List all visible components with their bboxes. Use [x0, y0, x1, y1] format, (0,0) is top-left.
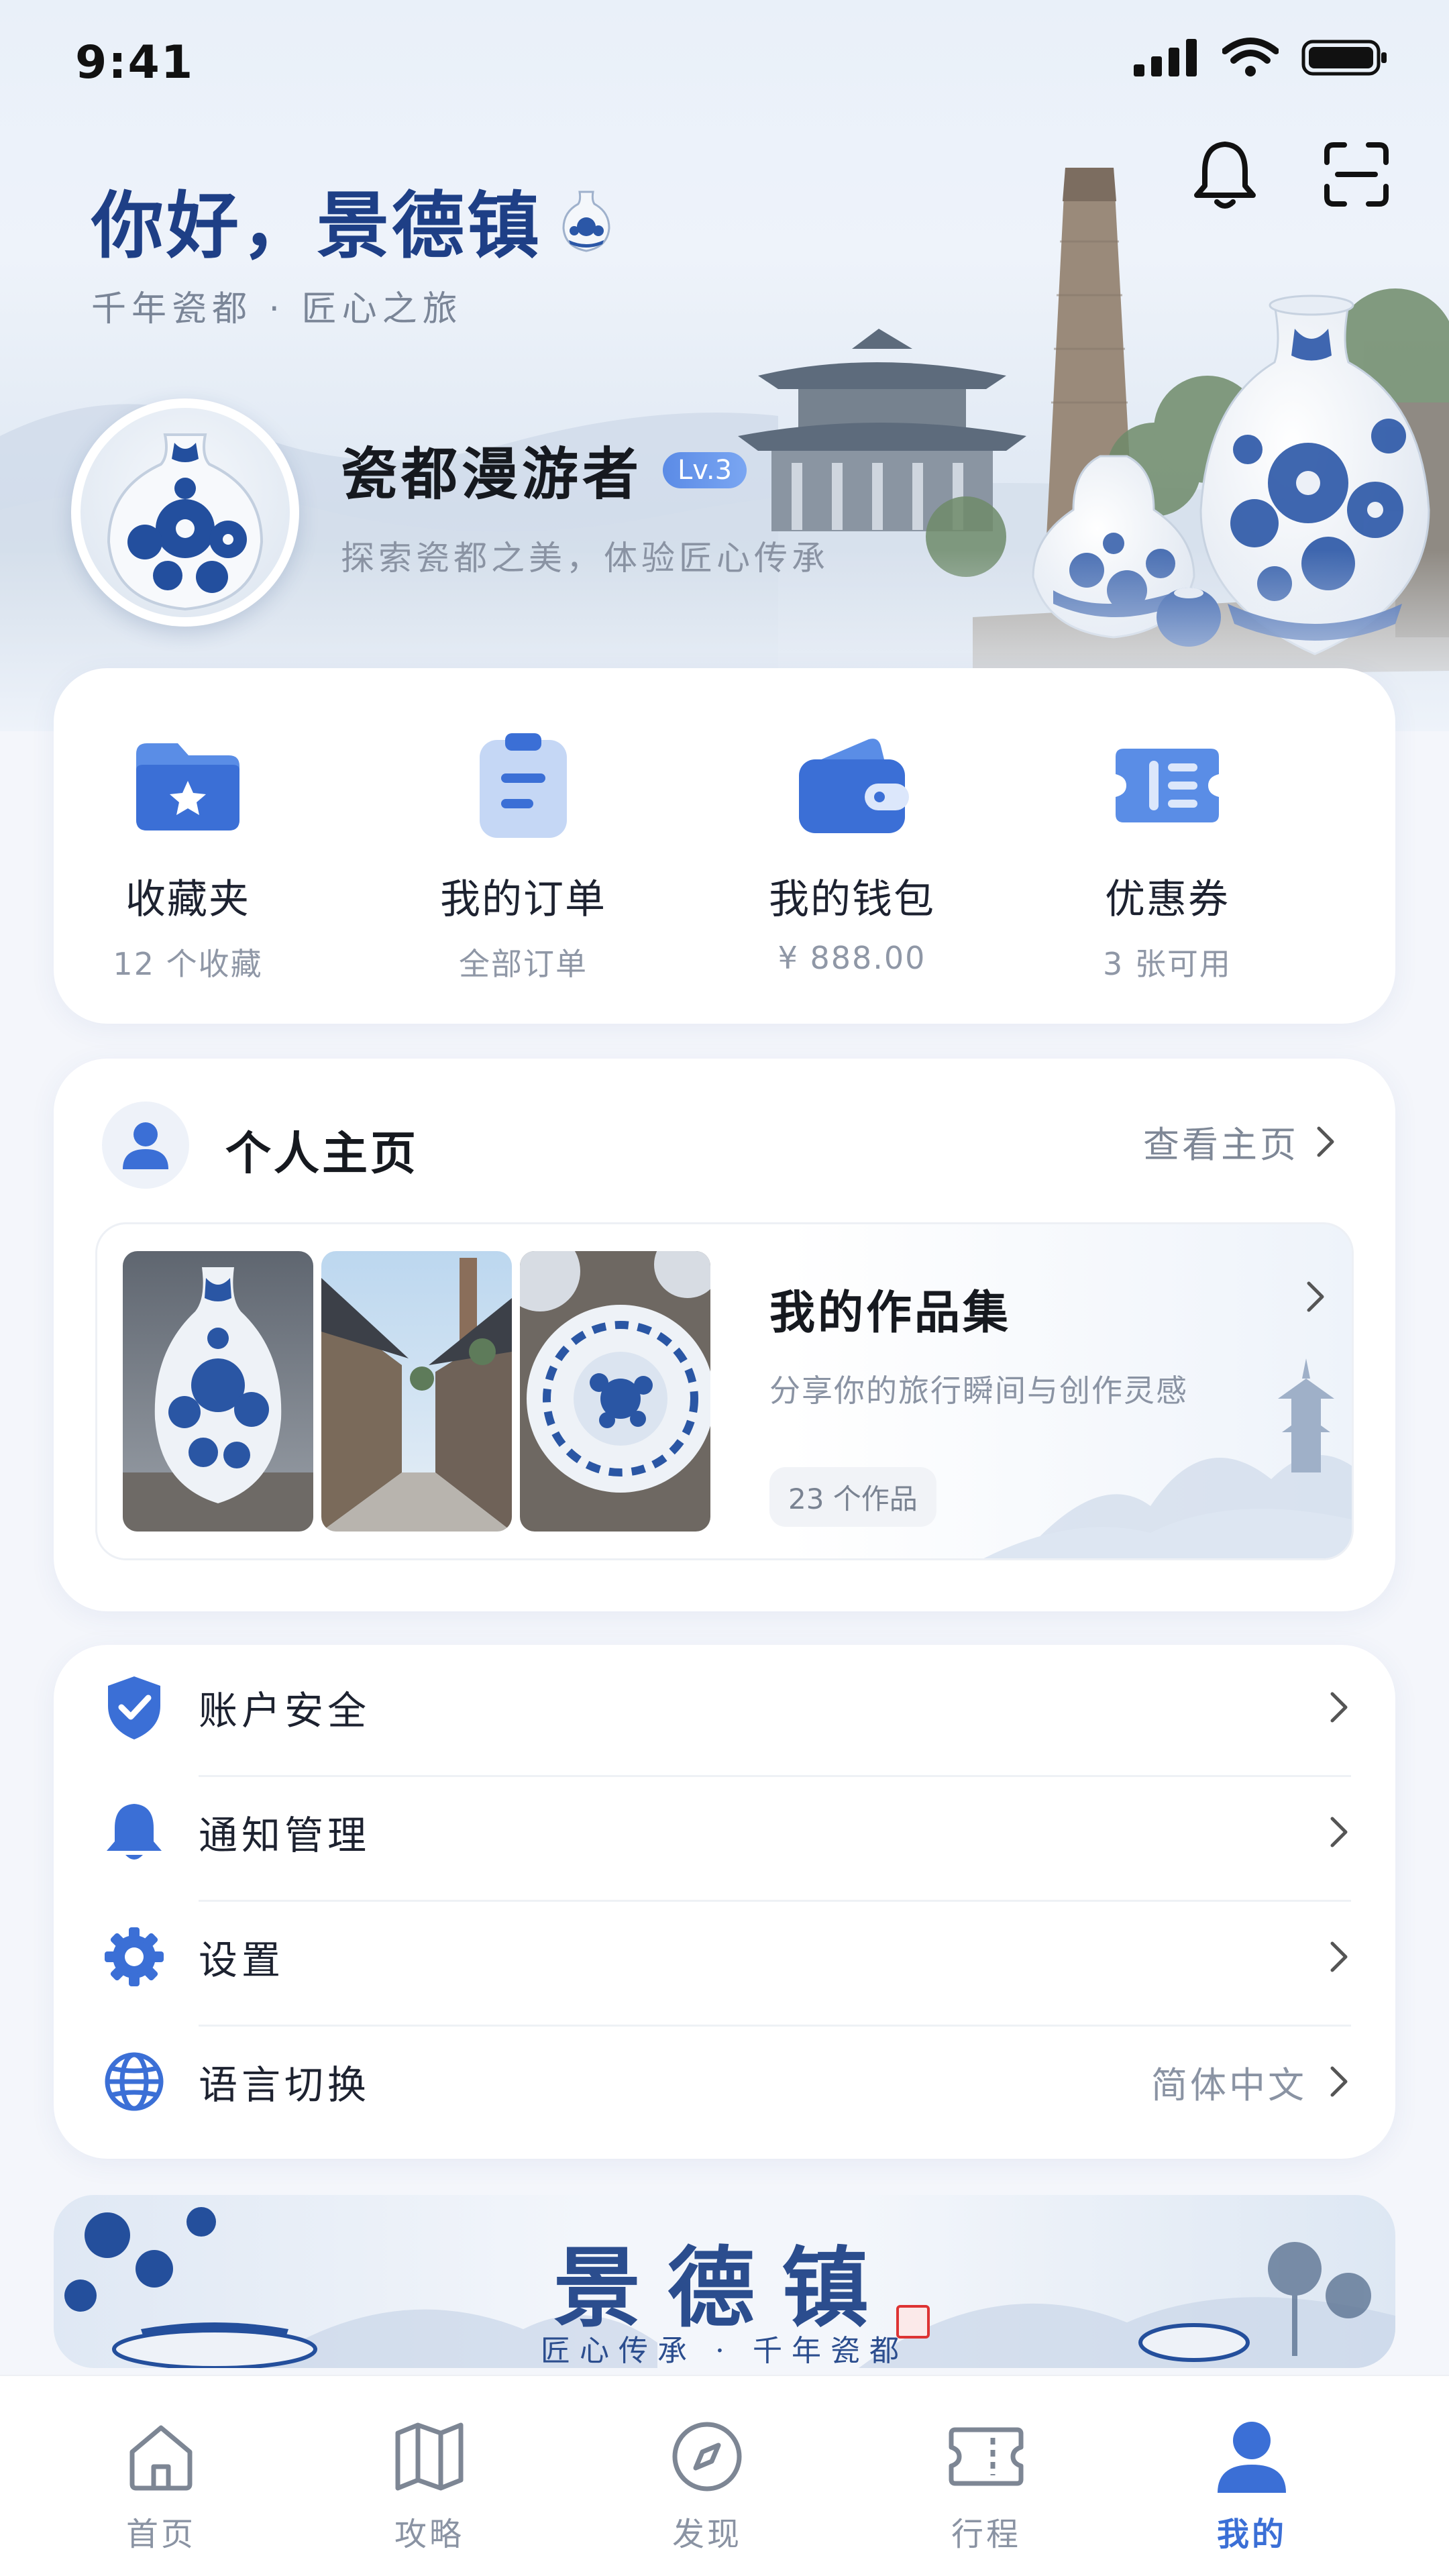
banner-subtitle: 匠心传承 · 千年瓷都 — [541, 2334, 908, 2368]
scan-icon — [1324, 142, 1389, 207]
quick-actions-card: 收藏夹 12 个收藏 我的订单 全部订单 我的钱包 ¥ 888.00 优惠券 3… — [54, 668, 1395, 1024]
chevron-right-icon — [1330, 1941, 1348, 1972]
tab-label: 行程 — [951, 2516, 1021, 2553]
menu-item-notifications[interactable]: 通知管理 — [101, 1770, 1348, 1894]
personal-homepage-card: 个人主页 查看主页 我的作品集 分享你的旅行瞬间与创作灵感 23 个作品 — [54, 1059, 1395, 1611]
tab-label: 我的 — [1216, 2516, 1287, 2553]
quick-action-coupons[interactable]: 优惠券 3 张可用 — [1033, 729, 1301, 984]
jingdezhen-banner[interactable]: 景德镇 匠心传承 · 千年瓷都 — [54, 2195, 1395, 2368]
menu-item-settings[interactable]: 设置 — [101, 1894, 1348, 2019]
quick-action-label: 我的钱包 — [769, 876, 935, 923]
level-badge: Lv.3 — [663, 451, 747, 488]
chevron-right-icon — [1307, 1281, 1324, 1312]
battery-icon — [1301, 40, 1387, 76]
menu-label: 通知管理 — [199, 1813, 371, 1858]
quick-action-label: 优惠券 — [1105, 876, 1230, 923]
menu-label: 设置 — [199, 1937, 285, 1983]
tab-label: 发现 — [672, 2516, 742, 2553]
greeting-subtitle: 千年瓷都 · 匠心之旅 — [91, 289, 463, 329]
scan-button[interactable] — [1316, 134, 1397, 215]
homepage-title: 个人主页 — [225, 1128, 419, 1181]
gear-icon — [101, 1923, 168, 1990]
view-homepage-label: 查看主页 — [1143, 1124, 1299, 1166]
greeting-text: 你好，景德镇 — [91, 184, 543, 268]
profile-page: 9:41 你好，景德镇 千年瓷都 · 匠心之旅 瓷都漫游者 Lv.3 探索瓷都之… — [0, 0, 1449, 2576]
banner-title: 景德镇 — [553, 2237, 896, 2339]
wallet-icon — [795, 729, 909, 843]
bell-icon — [101, 1799, 168, 1866]
globe-icon — [101, 2048, 168, 2115]
quick-action-label: 我的订单 — [440, 876, 606, 923]
notification-button[interactable] — [1185, 134, 1265, 215]
home-icon — [60, 2410, 262, 2504]
greeting-title: 你好，景德镇 — [91, 168, 613, 272]
avatar-image — [80, 408, 290, 617]
ticket-icon — [885, 2410, 1087, 2504]
chevron-right-icon — [1330, 1817, 1348, 1847]
works-description: 分享你的旅行瞬间与创作灵感 — [769, 1373, 1188, 1409]
tab-itinerary[interactable]: 行程 — [885, 2410, 1087, 2555]
work-thumbnail-vase[interactable] — [123, 1251, 313, 1532]
menu-item-language[interactable]: 语言切换 简体中文 — [101, 2019, 1348, 2144]
quick-action-sub: 全部订单 — [459, 946, 588, 982]
tab-home[interactable]: 首页 — [60, 2410, 262, 2555]
works-count-badge: 23 个作品 — [769, 1467, 936, 1527]
user-motto: 探索瓷都之美，体验匠心传承 — [341, 539, 829, 578]
user-name-row: 瓷都漫游者 Lv.3 — [341, 429, 747, 511]
map-icon — [329, 2410, 530, 2504]
quick-action-orders[interactable]: 我的订单 全部订单 — [389, 729, 657, 984]
red-seal-stamp — [896, 2305, 930, 2339]
porcelain-vase-image — [107, 433, 264, 611]
settings-menu-card: 账户安全 通知管理 设置 语言切换 简体中文 — [54, 1645, 1395, 2159]
tab-label: 首页 — [125, 2516, 196, 2553]
language-value: 简体中文 — [1151, 2063, 1307, 2106]
vase-icon — [562, 191, 610, 252]
status-time: 9:41 — [75, 36, 195, 89]
bottom-tab-bar: 首页 攻略 发现 行程 我的 — [0, 2375, 1449, 2576]
user-icon — [1151, 2410, 1352, 2504]
tab-label: 攻略 — [394, 2516, 464, 2553]
shield-check-icon — [101, 1674, 168, 1741]
menu-label: 账户安全 — [199, 1688, 371, 1733]
chevron-right-icon — [1317, 1126, 1334, 1157]
compass-icon — [606, 2410, 808, 2504]
chevron-right-icon — [1330, 1692, 1348, 1723]
status-bar: 9:41 — [0, 0, 1449, 127]
works-collection[interactable]: 我的作品集 分享你的旅行瞬间与创作灵感 23 个作品 — [95, 1222, 1354, 1560]
quick-action-sub: 12 个收藏 — [113, 946, 263, 982]
bell-icon — [1194, 142, 1256, 209]
folder-star-icon — [131, 729, 245, 843]
quick-action-favorites[interactable]: 收藏夹 12 个收藏 — [54, 729, 322, 984]
menu-label: 语言切换 — [199, 2062, 371, 2108]
view-homepage-link[interactable]: 查看主页 — [1143, 1115, 1335, 1168]
signal-icon — [1134, 39, 1197, 76]
tab-mine[interactable]: 我的 — [1151, 2410, 1352, 2555]
status-icons — [1132, 38, 1389, 78]
wifi-icon — [1222, 38, 1279, 76]
quick-action-wallet[interactable]: 我的钱包 ¥ 888.00 — [718, 729, 986, 976]
quick-action-sub: 3 张可用 — [1103, 946, 1232, 982]
chevron-right-icon — [1330, 2066, 1348, 2097]
quick-action-sub: ¥ 888.00 — [777, 940, 926, 976]
menu-item-account-security[interactable]: 账户安全 — [101, 1645, 1348, 1770]
tab-guide[interactable]: 攻略 — [329, 2410, 530, 2555]
work-thumbnail-plate[interactable] — [520, 1251, 710, 1532]
avatar[interactable] — [71, 398, 299, 627]
user-icon — [102, 1102, 189, 1189]
clipboard-icon — [466, 729, 580, 843]
tab-discover[interactable]: 发现 — [606, 2410, 808, 2555]
hero-header: 9:41 你好，景德镇 千年瓷都 · 匠心之旅 瓷都漫游者 Lv.3 探索瓷都之… — [0, 0, 1449, 731]
work-thumbnail-street[interactable] — [321, 1251, 512, 1532]
works-title: 我的作品集 — [769, 1287, 1012, 1340]
coupon-icon — [1110, 729, 1224, 843]
quick-action-label: 收藏夹 — [125, 876, 250, 923]
user-name: 瓷都漫游者 — [341, 441, 643, 507]
